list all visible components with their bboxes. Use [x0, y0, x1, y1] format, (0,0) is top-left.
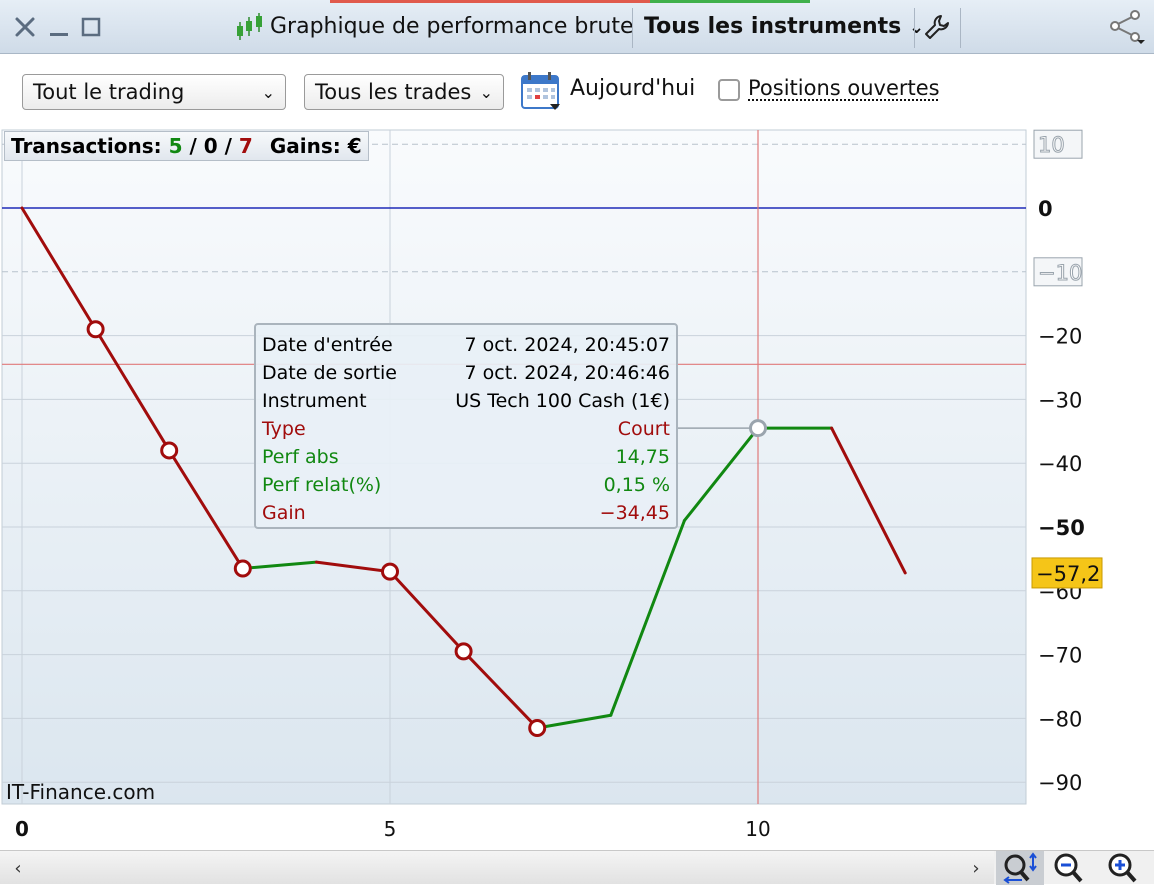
tooltip-value: 7 oct. 2024, 20:45:07	[464, 334, 671, 356]
share-icon[interactable]	[1104, 10, 1150, 44]
instrument-selector-label: Tous les instruments	[644, 14, 902, 39]
y-tick-label: −20	[1038, 325, 1082, 349]
tooltip-value: US Tech 100 Cash (1€)	[455, 390, 670, 412]
close-icon[interactable]	[10, 12, 40, 42]
watermark: IT-Finance.com	[6, 780, 156, 804]
gains-currency: €	[347, 134, 362, 158]
tooltip-label: Perf abs	[262, 446, 339, 468]
trade-marker	[160, 441, 179, 460]
open-positions-checkbox[interactable]	[718, 79, 740, 101]
tooltip-label: Date de sortie	[262, 362, 397, 384]
title-separator	[632, 8, 633, 48]
trade-marker-highlighted	[749, 419, 767, 438]
x-tick-label: 0	[15, 817, 29, 841]
y-tick-label: 10	[1038, 133, 1065, 157]
tooltip-value: Court	[617, 418, 670, 440]
open-positions-label[interactable]: Positions ouvertes	[748, 76, 940, 100]
tooltip-label: Perf relat(%)	[262, 474, 382, 496]
calendar-icon[interactable]	[520, 70, 562, 112]
y-tick-label: −50	[1038, 516, 1085, 540]
tooltip-row: Type Court	[262, 415, 670, 443]
trade-marker	[86, 320, 105, 339]
zoom-in-icon[interactable]	[1100, 851, 1148, 885]
zoom-fit-icon[interactable]	[996, 851, 1044, 885]
window-title: Graphique de performance brute	[270, 14, 634, 39]
trade-marker	[381, 562, 399, 581]
tooltip-value: 14,75	[615, 446, 670, 468]
transactions-separator: /	[224, 134, 232, 158]
trade-marker	[233, 559, 252, 578]
title-separator	[914, 8, 915, 48]
tooltip-value: 0,15 %	[603, 474, 670, 496]
trade-marker	[528, 718, 547, 737]
tooltip-row: Gain −34,45	[262, 499, 670, 527]
transactions-wins: 5	[168, 134, 183, 158]
minimize-icon[interactable]	[46, 12, 72, 42]
tooltip-row: Perf relat(%) 0,15 %	[262, 471, 670, 499]
tooltip-label: Gain	[262, 502, 306, 524]
transactions-summary: Transactions: 5 / 0 / 7 Gains: €	[4, 131, 369, 161]
tooltip-row: Date de sortie 7 oct. 2024, 20:46:46	[262, 359, 670, 387]
candlestick-icon	[234, 12, 266, 42]
zoom-out-icon[interactable]	[1046, 851, 1094, 885]
chevron-down-icon: ⌄	[261, 82, 275, 102]
transactions-losses: 7	[238, 134, 253, 158]
chevron-down-icon: ⌄	[479, 82, 493, 102]
tooltip-value: 7 oct. 2024, 20:46:46	[464, 362, 671, 384]
tooltip-value: −34,45	[599, 502, 670, 524]
trade-tooltip: Date d'entrée 7 oct. 2024, 20:45:07 Date…	[254, 323, 678, 529]
y-tick-label: −80	[1038, 707, 1082, 731]
y-tick-label: −30	[1038, 388, 1082, 412]
tooltip-label: Type	[262, 418, 306, 440]
title-bar-accent-green	[650, 0, 810, 3]
title-separator	[960, 8, 961, 48]
horizontal-scrollbar[interactable]: ‹ ›	[0, 850, 994, 884]
trading-scope-select[interactable]: Tout le trading ⌄	[22, 74, 286, 110]
tooltip-label: Date d'entrée	[262, 334, 393, 356]
tooltip-label: Instrument	[262, 390, 367, 412]
tooltip-row: Instrument US Tech 100 Cash (1€)	[262, 387, 670, 415]
transactions-separator: /	[189, 134, 197, 158]
last-value-label: −57,2	[1036, 562, 1100, 586]
tooltip-row: Perf abs 14,75	[262, 443, 670, 471]
transactions-neutral: 0	[203, 134, 218, 158]
x-tick-label: 5	[384, 817, 397, 841]
maximize-icon[interactable]	[78, 12, 104, 42]
title-bar-accent-red	[330, 0, 650, 3]
instrument-selector[interactable]: Tous les instruments ⌄	[644, 14, 924, 39]
y-tick-label: 0	[1038, 197, 1053, 221]
scroll-right-icon[interactable]: ›	[962, 855, 990, 881]
y-tick-label: −90	[1038, 771, 1082, 795]
y-tick-label: −70	[1038, 644, 1082, 668]
tooltip-row: Date d'entrée 7 oct. 2024, 20:45:07	[262, 331, 670, 359]
today-label[interactable]: Aujourd'hui	[570, 76, 695, 101]
trades-filter-select[interactable]: Tous les trades ⌄	[304, 74, 504, 110]
trade-marker	[454, 642, 473, 661]
y-tick-label: −40	[1038, 452, 1082, 476]
y-tick-label: −10	[1038, 261, 1082, 285]
trading-scope-value: Tout le trading	[33, 80, 185, 104]
zoom-controls	[994, 850, 1154, 885]
gains-label: Gains:	[269, 134, 341, 158]
wrench-icon[interactable]	[920, 12, 954, 42]
transactions-label: Transactions:	[11, 134, 162, 158]
x-tick-label: 10	[745, 817, 770, 841]
title-bar: Graphique de performance brute Tous les …	[0, 0, 1154, 54]
trades-filter-value: Tous les trades	[315, 80, 472, 104]
scroll-left-icon[interactable]: ‹	[4, 855, 32, 881]
